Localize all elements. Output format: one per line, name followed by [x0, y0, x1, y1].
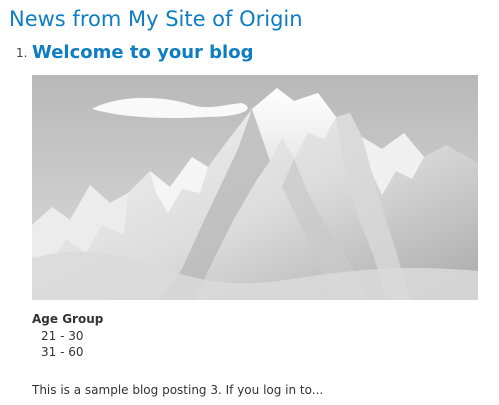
post-image [32, 75, 478, 300]
post-number: 1. [16, 46, 28, 60]
age-group-value: 31 - 60 [41, 345, 84, 359]
age-group-label: Age Group [32, 312, 104, 326]
post-title-link[interactable]: Welcome to your blog [32, 40, 253, 66]
age-group-values: 21 - 30 31 - 60 [41, 328, 84, 360]
blog-news-webpart: News from My Site of Origin 1. Welcome t… [0, 0, 499, 405]
mountain-photo [32, 75, 478, 300]
feed-title: News from My Site of Origin [9, 7, 303, 31]
post-excerpt: This is a sample blog posting 3. If you … [32, 383, 324, 397]
age-group-value: 21 - 30 [41, 329, 84, 343]
